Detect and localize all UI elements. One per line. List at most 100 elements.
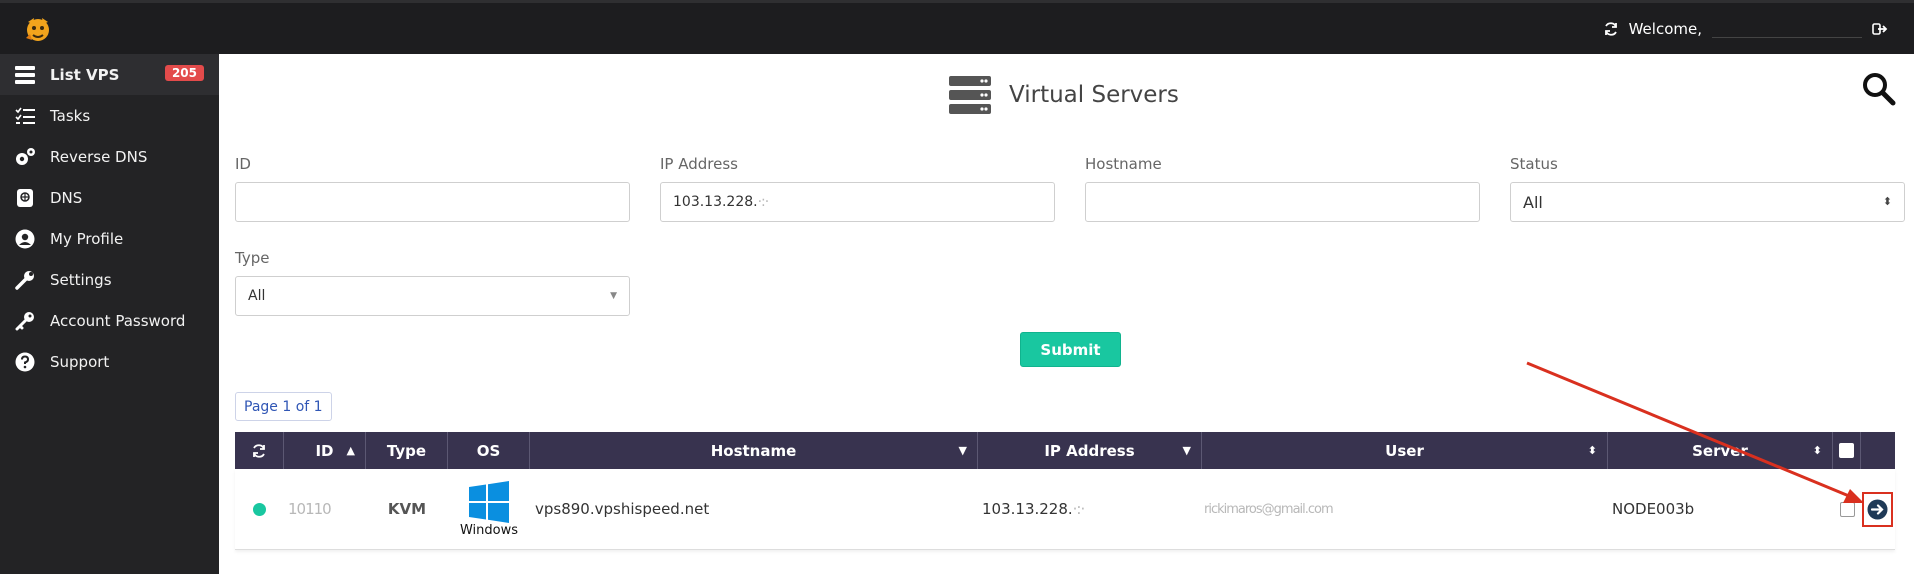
wrench-icon — [14, 269, 36, 291]
ip-address-value: 103.13.228. — [673, 194, 758, 210]
row-checkbox[interactable] — [1839, 501, 1855, 517]
select-updown-icon: ⬍ — [1882, 195, 1892, 208]
dns-icon — [14, 187, 36, 209]
sidebar-item-settings[interactable]: Settings — [0, 259, 219, 300]
column-header-server[interactable]: Server ⬍ — [1608, 432, 1833, 469]
vps-count-badge: 205 — [164, 65, 204, 81]
search-icon[interactable] — [1862, 72, 1896, 106]
column-header-ip-address[interactable]: IP Address ▼ — [978, 432, 1202, 469]
logout-icon[interactable] — [1872, 21, 1888, 37]
ip-address-label: IP Address — [660, 155, 738, 173]
server-rack-icon — [949, 76, 991, 114]
sort-asc-icon: ▲ — [346, 444, 355, 457]
refresh-column[interactable] — [235, 432, 284, 469]
open-vps-button[interactable] — [1861, 491, 1893, 527]
table-row[interactable]: 10110 KVM Windows vps890.vpshispeed.net … — [235, 469, 1895, 550]
sidebar-item-list-vps[interactable]: List VPS 205 — [0, 54, 219, 95]
column-header-user-label: User — [1385, 441, 1424, 460]
ip-address-text: 103.13.228. — [982, 500, 1073, 518]
gears-icon — [14, 146, 36, 168]
select-all-checkbox[interactable] — [1839, 443, 1854, 458]
row-action-cell — [1861, 469, 1893, 550]
column-header-ip-label: IP Address — [1044, 441, 1135, 460]
hostname-label: Hostname — [1085, 155, 1162, 173]
sidebar-item-my-profile[interactable]: My Profile — [0, 218, 219, 259]
server-list-icon — [14, 64, 36, 86]
id-cell: 10110 — [288, 500, 332, 518]
column-header-hostname[interactable]: Hostname ▼ — [530, 432, 978, 469]
status-cell — [235, 469, 284, 550]
column-header-id-label: ID — [315, 441, 334, 460]
refresh-icon[interactable] — [1603, 21, 1619, 37]
sort-updown-icon: ⬍ — [1587, 444, 1597, 457]
status-select[interactable]: All ⬍ — [1510, 182, 1905, 222]
sidebar-item-label: Tasks — [50, 106, 91, 125]
vps-table: ID ▲ Type OS Hostname ▼ IP Address ▼ Use… — [235, 432, 1895, 550]
action-column — [1861, 432, 1893, 469]
server-cell: NODE003b — [1612, 500, 1695, 518]
tasks-icon — [14, 105, 36, 127]
id-label: ID — [235, 155, 251, 173]
logo-icon[interactable] — [20, 12, 56, 48]
id-input[interactable] — [235, 182, 630, 222]
sidebar-item-support[interactable]: Support — [0, 341, 219, 382]
sidebar-item-account-password[interactable]: Account Password — [0, 300, 219, 341]
submit-button[interactable]: Submit — [1020, 332, 1121, 367]
page-header: Virtual Servers — [949, 76, 1179, 114]
redacted-username — [1712, 20, 1862, 38]
status-selected-value: All — [1523, 192, 1543, 212]
column-header-os[interactable]: OS — [448, 432, 530, 469]
hostname-cell[interactable]: vps890.vpshispeed.net — [530, 469, 978, 550]
sidebar-item-label: Reverse DNS — [50, 147, 148, 166]
windows-logo-icon — [469, 480, 509, 523]
sidebar-item-label: DNS — [50, 188, 83, 207]
type-cell: KVM — [387, 500, 427, 518]
column-header-user[interactable]: User ⬍ — [1202, 432, 1608, 469]
question-icon — [14, 351, 36, 373]
chevron-down-icon: ▼ — [610, 291, 617, 301]
ip-address-cell: 103.13.228. ·:· — [978, 469, 1202, 550]
type-label: Type — [235, 249, 270, 267]
status-online-dot — [253, 502, 266, 516]
user-area: Welcome, — [1603, 20, 1888, 38]
sidebar-item-dns[interactable]: DNS — [0, 177, 219, 218]
hostname-link[interactable]: vps890.vpshispeed.net — [535, 500, 709, 518]
os-label: Windows — [459, 522, 519, 538]
arrow-circle-right-icon — [1867, 499, 1887, 519]
sidebar-item-tasks[interactable]: Tasks — [0, 95, 219, 136]
type-selected-value: All — [248, 288, 266, 304]
redacted-ip-suffix: ·:· — [757, 194, 770, 210]
sidebar-item-label: Settings — [50, 270, 112, 289]
sort-desc-icon: ▼ — [958, 444, 967, 457]
pagination-label[interactable]: Page 1 of 1 — [235, 392, 332, 421]
main-content: Virtual Servers ID IP Address 103.13.228… — [219, 54, 1914, 574]
user-icon — [14, 228, 36, 250]
sidebar-item-label: My Profile — [50, 229, 124, 248]
column-header-type[interactable]: Type — [366, 432, 448, 469]
refresh-icon[interactable] — [251, 443, 267, 459]
status-label: Status — [1510, 155, 1558, 173]
column-header-id[interactable]: ID ▲ — [284, 432, 366, 469]
sidebar-item-label: Account Password — [50, 311, 186, 330]
key-icon — [14, 310, 36, 332]
sort-updown-icon: ⬍ — [1812, 444, 1822, 457]
select-all-column — [1833, 432, 1861, 469]
os-cell: Windows — [448, 469, 530, 550]
table-header: ID ▲ Type OS Hostname ▼ IP Address ▼ Use… — [235, 432, 1895, 469]
sidebar: List VPS 205 Tasks Reverse DNS DNS My Pr… — [0, 54, 219, 574]
column-header-server-label: Server — [1692, 441, 1748, 460]
sidebar-item-label: Support — [50, 352, 110, 371]
sort-desc-icon: ▼ — [1182, 444, 1191, 457]
top-bar: Welcome, — [0, 0, 1914, 54]
row-select-cell — [1833, 469, 1861, 550]
sidebar-item-reverse-dns[interactable]: Reverse DNS — [0, 136, 219, 177]
sidebar-item-label: List VPS — [50, 65, 120, 84]
type-select[interactable]: All ▼ — [235, 276, 630, 316]
welcome-text: Welcome, — [1628, 20, 1702, 38]
hostname-input[interactable] — [1085, 182, 1480, 222]
page-title: Virtual Servers — [1009, 82, 1179, 108]
column-header-hostname-label: Hostname — [710, 441, 797, 460]
ip-address-input[interactable]: 103.13.228. ·:· — [660, 182, 1055, 222]
user-cell: rickimaros@gmail.com — [1204, 501, 1334, 517]
redacted-ip-suffix: ·:· — [1072, 500, 1086, 518]
